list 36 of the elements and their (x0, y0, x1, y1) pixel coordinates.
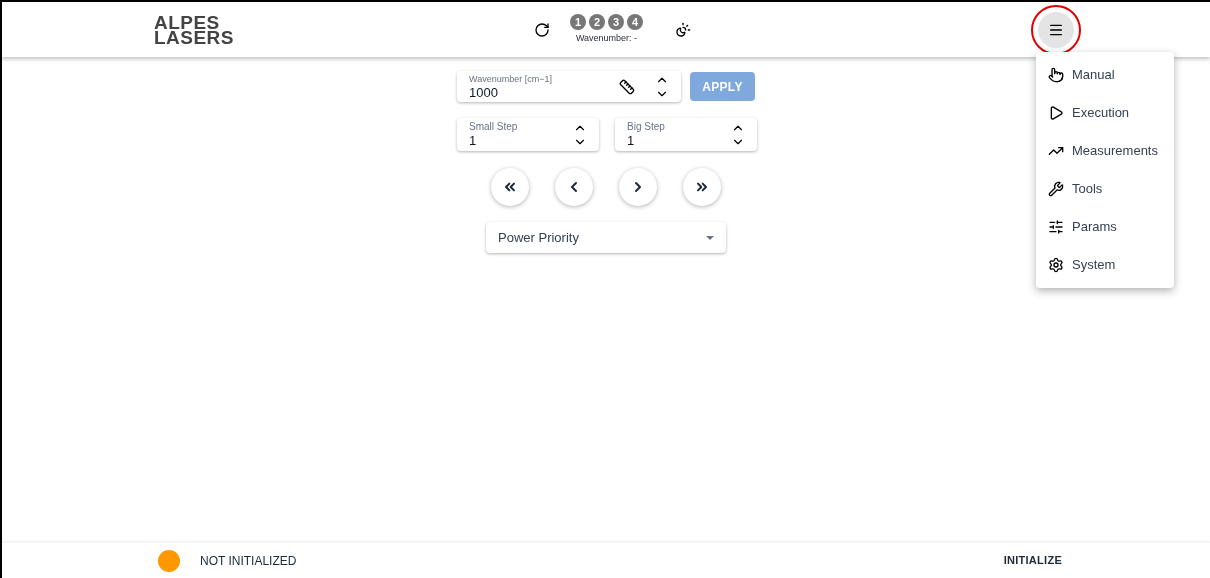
menu-item[interactable]: Execution (1036, 94, 1174, 132)
manual-icon (1048, 67, 1064, 83)
refresh-icon[interactable] (534, 21, 550, 38)
channel-badge: 2 (589, 13, 605, 30)
logo: ALPES LASERS (154, 14, 235, 45)
small-step-field[interactable]: Small Step 1 (457, 118, 599, 151)
theme-toggle-icon[interactable] (675, 21, 691, 38)
menu-item[interactable]: System (1036, 246, 1174, 284)
field-value: 1 (469, 134, 478, 147)
channel-badge: 1 (570, 13, 586, 30)
step-button[interactable] (683, 168, 721, 206)
field-label: Small Step (469, 122, 518, 132)
menu-item[interactable]: Measurements (1036, 132, 1174, 170)
ruler-icon[interactable] (619, 78, 635, 95)
field-label: Wavenumber [cm−1] (469, 74, 553, 84)
field-label: Big Step (627, 122, 665, 132)
big-step-field[interactable]: Big Step 1 (615, 118, 757, 151)
channel-badge: 4 (627, 13, 643, 30)
initialize-button[interactable]: INITIALIZE (995, 548, 1070, 573)
channel-badge: 3 (608, 13, 624, 30)
step-button[interactable] (491, 168, 529, 206)
wavenumber-field[interactable]: Wavenumber [cm−1] 1000 (457, 71, 681, 102)
field-value: 1000 (469, 85, 499, 99)
dropdown-arrow-icon (706, 235, 714, 240)
wavenumber-readout: Wavenumber: - (575, 31, 638, 45)
params-icon (1048, 219, 1064, 235)
status-text: NOT INITIALIZED (200, 552, 297, 570)
field-value: 1 (627, 134, 636, 147)
system-icon (1048, 257, 1064, 273)
tools-icon (1048, 181, 1064, 197)
menu-item[interactable]: Manual (1036, 56, 1174, 94)
menu-button[interactable] (1038, 11, 1074, 48)
mode-select[interactable]: Power Priority (486, 222, 726, 253)
menu-item[interactable]: Params (1036, 208, 1174, 246)
menu-item[interactable]: Tools (1036, 170, 1174, 208)
execution-icon (1048, 105, 1064, 121)
